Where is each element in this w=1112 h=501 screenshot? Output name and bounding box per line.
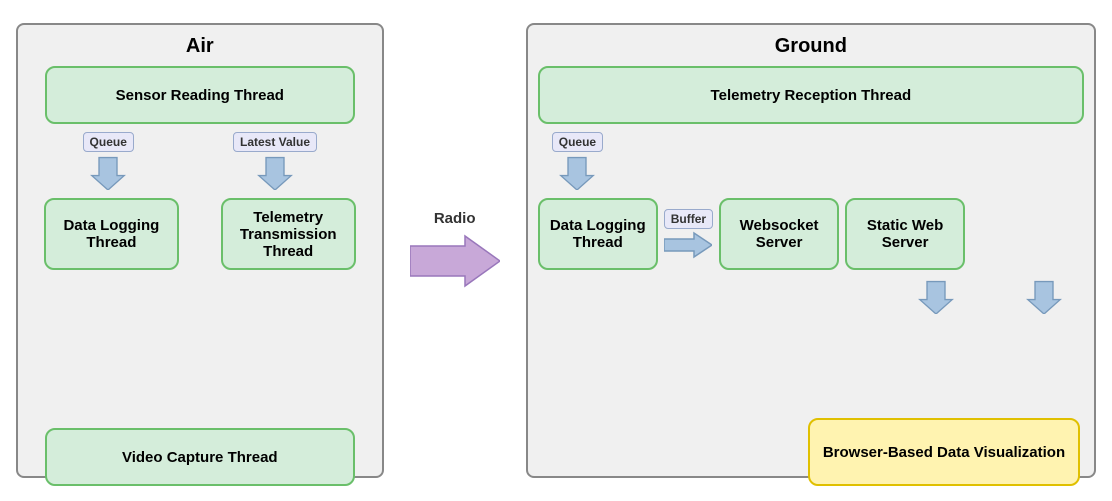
latest-value-label: Latest Value xyxy=(233,132,317,152)
air-panel: Air Sensor Reading Thread Queue Latest V… xyxy=(16,23,384,478)
air-spacer xyxy=(28,278,372,420)
radio-right-arrow xyxy=(410,231,500,291)
down-arrow-latest xyxy=(257,154,293,190)
ground-inner: Telemetry Reception Thread Queue Data Lo… xyxy=(538,66,1084,486)
ground-panel: Ground Telemetry Reception Thread Queue … xyxy=(526,23,1096,478)
down-arrow-queue xyxy=(90,154,126,190)
telemetry-reception-thread-box: Telemetry Reception Thread xyxy=(538,66,1084,124)
queue-label-left: Queue xyxy=(83,132,134,152)
data-logging-thread-box-air: Data Logging Thread xyxy=(44,198,179,270)
ground-row1: Telemetry Reception Thread xyxy=(538,66,1084,124)
sensor-reading-thread-box: Sensor Reading Thread xyxy=(45,66,355,124)
air-row3: Data Logging Thread Telemetry Transmissi… xyxy=(28,198,372,270)
buffer-arrow: Buffer xyxy=(664,209,713,259)
air-arrows-row: Queue Latest Value xyxy=(28,132,372,190)
video-capture-thread-box: Video Capture Thread xyxy=(45,428,355,486)
ground-row3 xyxy=(538,278,1084,314)
air-panel-title: Air xyxy=(28,35,372,58)
air-row4: Video Capture Thread xyxy=(28,428,372,486)
diagram-container: Air Sensor Reading Thread Queue Latest V… xyxy=(16,13,1096,488)
telemetry-transmission-thread-box: Telemetry Transmission Thread xyxy=(221,198,356,270)
browser-based-data-visualization-box: Browser-Based Data Visualization xyxy=(808,418,1080,486)
down-arrow-static xyxy=(1026,278,1062,314)
ground-panel-title: Ground xyxy=(538,35,1084,58)
right-arrow-buffer xyxy=(664,231,712,259)
radio-arrow-area: Radio xyxy=(402,210,508,291)
queue-arrow-ground: Queue xyxy=(552,132,603,190)
radio-label: Radio xyxy=(434,210,476,227)
data-logging-thread-box-ground: Data Logging Thread xyxy=(538,198,658,270)
down-arrow-queue-ground xyxy=(559,154,595,190)
ground-queue-arrow-row: Queue xyxy=(552,132,1084,190)
air-inner: Sensor Reading Thread Queue Latest Value xyxy=(28,66,372,486)
air-row1: Sensor Reading Thread xyxy=(28,66,372,124)
static-web-server-box: Static Web Server xyxy=(845,198,965,270)
websocket-server-box: Websocket Server xyxy=(719,198,839,270)
queue-label-ground: Queue xyxy=(552,132,603,152)
ground-row5: Browser-Based Data Visualization xyxy=(538,418,1084,486)
ground-row2: Data Logging Thread Buffer Websocket Ser… xyxy=(538,198,1084,270)
latest-value-arrow: Latest Value xyxy=(233,132,317,190)
buffer-label: Buffer xyxy=(664,209,713,229)
queue-arrow-left: Queue xyxy=(83,132,134,190)
ground-spacer xyxy=(538,322,1084,410)
down-arrow-websocket xyxy=(918,278,954,314)
